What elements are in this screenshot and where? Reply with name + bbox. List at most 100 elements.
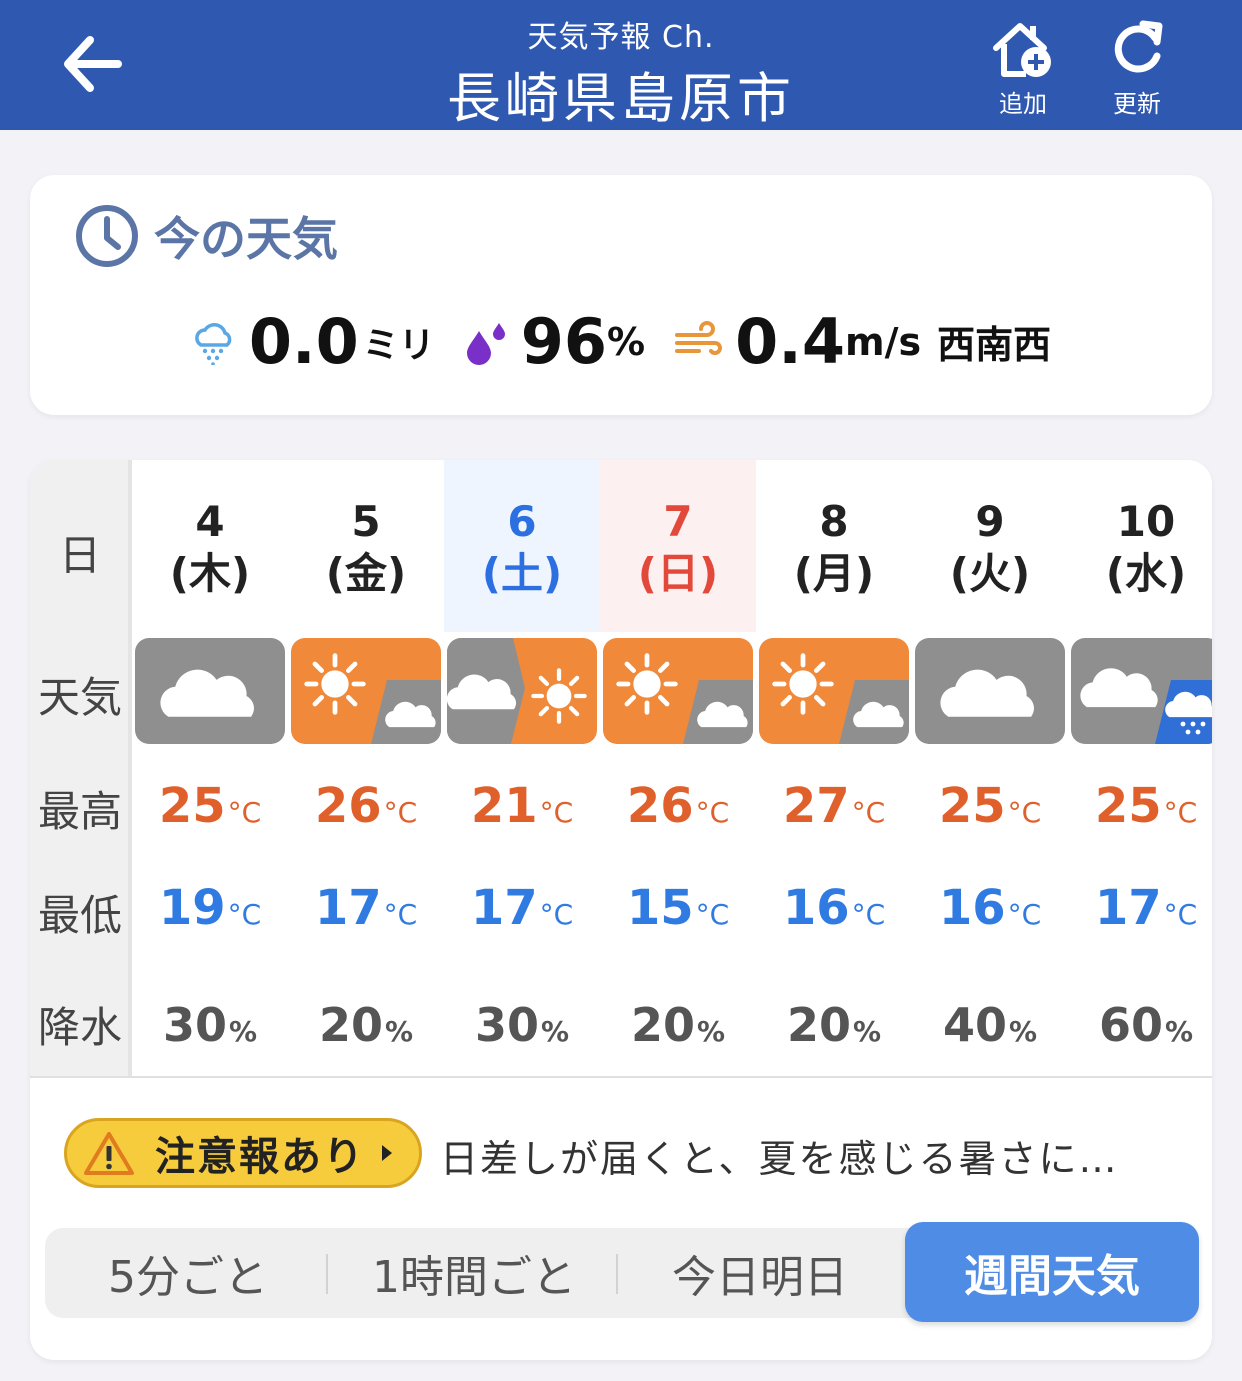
low-temp: 17°C bbox=[1068, 880, 1212, 936]
cloudy-then-rain-icon bbox=[1071, 638, 1212, 744]
refresh-icon bbox=[1114, 20, 1163, 73]
temp-unit: °C bbox=[383, 898, 418, 931]
app-header: 天気予報 Ch. 長崎県島原市 追加 更新 bbox=[0, 0, 1242, 130]
day-date: 10 bbox=[1116, 497, 1176, 546]
tab-5min[interactable]: 5分ごと bbox=[45, 1228, 331, 1318]
high-temp-value: 25 bbox=[158, 778, 226, 834]
day-header: 9 (火) bbox=[912, 496, 1068, 600]
precip-unit: % bbox=[540, 1015, 570, 1048]
day-of-week: (金) bbox=[325, 549, 407, 598]
precip-unit: % bbox=[1008, 1015, 1038, 1048]
low-temp: 17°C bbox=[288, 880, 444, 936]
temp-unit: °C bbox=[695, 898, 730, 931]
cloudy-icon bbox=[135, 638, 285, 744]
humidity-stat: 96 % bbox=[463, 305, 645, 378]
temp-unit: °C bbox=[695, 796, 730, 829]
low-temp: 15°C bbox=[600, 880, 756, 936]
high-temp-value: 26 bbox=[314, 778, 382, 834]
alert-badge-label: 注意報あり bbox=[155, 1134, 365, 1180]
temp-unit: °C bbox=[1007, 796, 1042, 829]
high-temp: 26°C bbox=[288, 778, 444, 834]
add-label: 追加 bbox=[999, 90, 1047, 118]
day-header: 8 (月) bbox=[756, 496, 912, 600]
row-label-day: 日 bbox=[58, 531, 101, 580]
low-temp: 16°C bbox=[756, 880, 912, 936]
low-temp-value: 19 bbox=[158, 880, 226, 936]
precip-value: 30 bbox=[162, 998, 227, 1052]
high-temp-value: 25 bbox=[938, 778, 1006, 834]
temp-unit: °C bbox=[227, 796, 262, 829]
high-temp-value: 21 bbox=[470, 778, 538, 834]
row-label-low: 最低 bbox=[37, 891, 122, 940]
row-label-precip: 降水 bbox=[37, 1003, 122, 1052]
row-label-weather: 天気 bbox=[37, 673, 122, 722]
wind-unit: m/s bbox=[844, 319, 922, 364]
tab-weekly[interactable]: 週間天気 bbox=[905, 1222, 1199, 1322]
day-date: 5 bbox=[351, 497, 381, 546]
precip-value: 20 bbox=[318, 998, 383, 1052]
precip-value: 40 bbox=[942, 998, 1007, 1052]
temp-unit: °C bbox=[227, 898, 262, 931]
humidity-unit: % bbox=[607, 319, 646, 364]
tab-separator bbox=[326, 1254, 328, 1294]
add-location-button[interactable]: 追加 bbox=[978, 18, 1068, 118]
temp-unit: °C bbox=[851, 796, 886, 829]
high-temp: 25°C bbox=[132, 778, 288, 834]
day-of-week: (水) bbox=[1105, 549, 1187, 598]
high-temp-value: 25 bbox=[1094, 778, 1162, 834]
temp-unit: °C bbox=[1163, 898, 1198, 931]
wind-stat: 0.4 m/s 西南西 bbox=[673, 305, 1051, 378]
day-date: 7 bbox=[663, 497, 693, 546]
temp-unit: °C bbox=[539, 796, 574, 829]
current-weather-heading: 今の天気 bbox=[74, 203, 338, 269]
day-date: 6 bbox=[507, 497, 537, 546]
day-of-week: (日) bbox=[637, 549, 719, 598]
precip-value: 60 bbox=[1098, 998, 1163, 1052]
alert-summary[interactable]: 日差しが届くと、夏を感じる暑さに… bbox=[440, 1128, 1118, 1183]
rain-value: 0.0 bbox=[248, 305, 359, 378]
divider bbox=[30, 1076, 1212, 1078]
high-temp: 25°C bbox=[1068, 778, 1212, 834]
cloudy-icon bbox=[915, 638, 1065, 744]
temp-unit: °C bbox=[851, 898, 886, 931]
high-temp: 25°C bbox=[912, 778, 1068, 834]
warning-icon bbox=[84, 1132, 134, 1175]
day-header: 10 (水) bbox=[1068, 496, 1212, 600]
day-of-week: (火) bbox=[949, 549, 1031, 598]
tab-hourly[interactable]: 1時間ごと bbox=[331, 1228, 617, 1318]
high-temp: 27°C bbox=[756, 778, 912, 834]
low-temp-value: 15 bbox=[626, 880, 694, 936]
humidity-value: 96 bbox=[520, 305, 608, 378]
precip-value: 20 bbox=[786, 998, 851, 1052]
reload-button[interactable]: 更新 bbox=[1092, 18, 1182, 118]
precip-chance: 20% bbox=[288, 998, 444, 1052]
temp-unit: °C bbox=[383, 796, 418, 829]
high-temp: 21°C bbox=[444, 778, 600, 834]
high-temp-value: 27 bbox=[782, 778, 850, 834]
alert-badge[interactable]: 注意報あり bbox=[64, 1118, 422, 1188]
weekly-forecast-card: 日 天気 最高 最低 降水 4 (木) 25°C 19°C 30% 5 (金) 26°C 17°… bbox=[30, 460, 1212, 1360]
chevron-right-icon bbox=[382, 1145, 392, 1161]
precip-chance: 60% bbox=[1068, 998, 1212, 1052]
current-weather-card: 今の天気 0.0 ミリ 96 % 0.4 m/s 西南西 bbox=[30, 175, 1212, 415]
low-temp-value: 16 bbox=[782, 880, 850, 936]
row-label-high: 最高 bbox=[37, 787, 122, 836]
low-temp-value: 17 bbox=[314, 880, 382, 936]
day-header: 4 (木) bbox=[132, 496, 288, 600]
precip-value: 30 bbox=[474, 998, 539, 1052]
wind-icon bbox=[675, 320, 723, 355]
low-temp: 17°C bbox=[444, 880, 600, 936]
tab-today-tomorrow[interactable]: 今日明日 bbox=[617, 1228, 903, 1318]
precip-chance: 40% bbox=[912, 998, 1068, 1052]
current-weather-stats: 0.0 ミリ 96 % 0.4 m/s 西南西 bbox=[30, 305, 1212, 378]
precip-unit: % bbox=[696, 1015, 726, 1048]
low-temp: 19°C bbox=[132, 880, 288, 936]
low-temp-value: 16 bbox=[938, 880, 1006, 936]
precip-unit: % bbox=[1164, 1015, 1194, 1048]
precip-chance: 30% bbox=[444, 998, 600, 1052]
sunny-then-cloudy-icon bbox=[291, 638, 441, 744]
precip-chance: 20% bbox=[756, 998, 912, 1052]
home-add-icon bbox=[993, 23, 1051, 77]
low-temp-value: 17 bbox=[1094, 880, 1162, 936]
precip-unit: % bbox=[384, 1015, 414, 1048]
